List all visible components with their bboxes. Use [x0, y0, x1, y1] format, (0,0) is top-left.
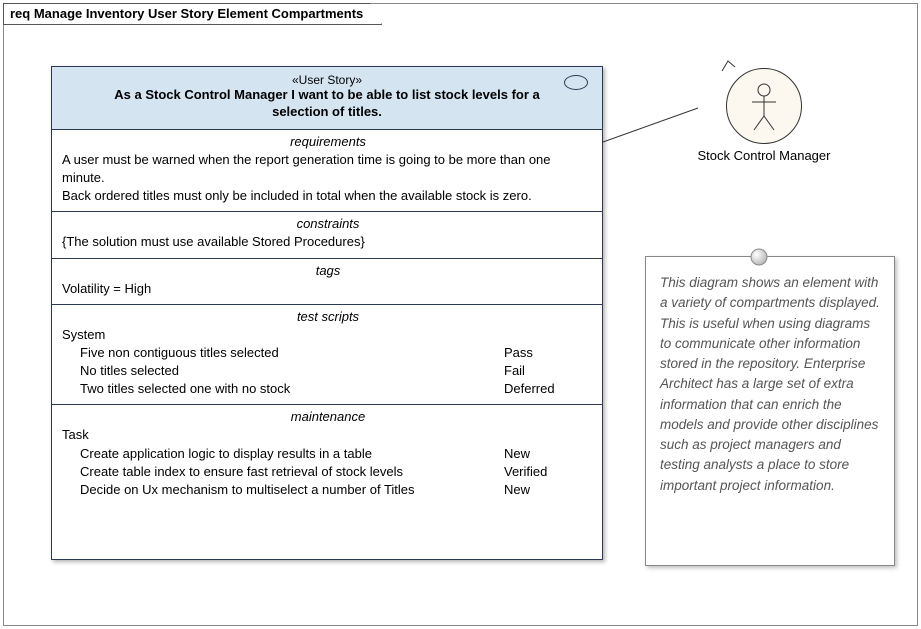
compartment-requirements: requirements A user must be warned when … — [52, 130, 602, 213]
testscript-label: No titles selected — [62, 362, 504, 380]
requirement-item: A user must be warned when the report ge… — [62, 151, 594, 187]
actor-boundary-circle — [726, 68, 802, 144]
maintenance-status: Verified — [504, 463, 594, 481]
compartment-testscripts: test scripts System Five non contiguous … — [52, 305, 602, 406]
maintenance-label: Create table index to ensure fast retrie… — [62, 463, 504, 481]
pin-icon — [749, 247, 769, 267]
maintenance-status: New — [504, 481, 594, 499]
maintenance-row: Create table index to ensure fast retrie… — [62, 463, 594, 481]
actor-element[interactable]: Stock Control Manager — [684, 68, 844, 163]
maintenance-row: Create application logic to display resu… — [62, 445, 594, 463]
note-text: This diagram shows an element with a var… — [660, 275, 880, 493]
requirement-item: Back ordered titles must only be include… — [62, 187, 594, 205]
testscript-row: Two titles selected one with no stock De… — [62, 380, 594, 398]
frame-title: req Manage Inventory User Story Element … — [3, 3, 382, 25]
testscript-status: Deferred — [504, 380, 594, 398]
testscript-label: Five non contiguous titles selected — [62, 344, 504, 362]
requirements-title: requirements — [62, 134, 594, 149]
maintenance-row: Decide on Ux mechanism to multiselect a … — [62, 481, 594, 499]
testscript-row: Five non contiguous titles selected Pass — [62, 344, 594, 362]
testscript-status: Fail — [504, 362, 594, 380]
testscripts-title: test scripts — [62, 309, 594, 324]
maintenance-label: Decide on Ux mechanism to multiselect a … — [62, 481, 504, 499]
constraints-title: constraints — [62, 216, 594, 231]
usecase-oval-icon — [564, 75, 588, 90]
maintenance-title: maintenance — [62, 409, 594, 424]
maintenance-group: Task — [62, 426, 594, 444]
stereotype-label: «User Story» — [92, 73, 562, 87]
maintenance-label: Create application logic to display resu… — [62, 445, 504, 463]
diagram-frame: req Manage Inventory User Story Element … — [3, 3, 918, 626]
testscript-label: Two titles selected one with no stock — [62, 380, 504, 398]
compartment-constraints: constraints {The solution must use avail… — [52, 212, 602, 258]
user-story-element[interactable]: «User Story» As a Stock Control Manager … — [51, 66, 603, 560]
note-element[interactable]: This diagram shows an element with a var… — [645, 256, 895, 566]
tags-body: Volatility = High — [62, 280, 594, 298]
testscript-row: No titles selected Fail — [62, 362, 594, 380]
compartment-maintenance: maintenance Task Create application logi… — [52, 405, 602, 559]
maintenance-status: New — [504, 445, 594, 463]
actor-label: Stock Control Manager — [684, 148, 844, 163]
constraints-body: {The solution must use available Stored … — [62, 233, 594, 251]
actor-stick-icon — [749, 82, 779, 132]
story-description: As a Stock Control Manager I want to be … — [92, 87, 562, 121]
testscripts-group: System — [62, 326, 594, 344]
story-header: «User Story» As a Stock Control Manager … — [52, 67, 602, 130]
testscript-status: Pass — [504, 344, 594, 362]
tags-title: tags — [62, 263, 594, 278]
compartment-tags: tags Volatility = High — [52, 259, 602, 305]
